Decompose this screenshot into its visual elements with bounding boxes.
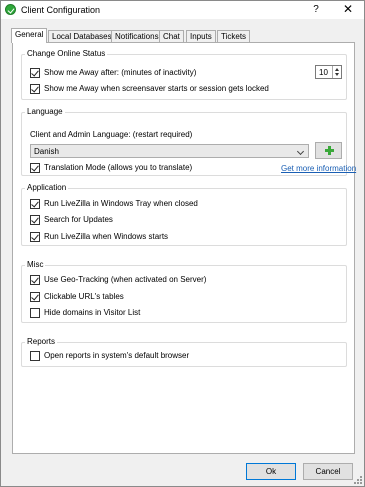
tab-general[interactable]: General bbox=[11, 28, 48, 43]
online-status-group: Change Online Status Show me Away after:… bbox=[21, 49, 347, 100]
misc-group: Misc Use Geo-Tracking (when activated on… bbox=[21, 260, 347, 323]
away-after-checkbox[interactable] bbox=[30, 68, 40, 78]
autostart-checkbox[interactable] bbox=[30, 232, 40, 242]
reports-title: Reports bbox=[25, 337, 58, 346]
resize-grip-icon[interactable] bbox=[354, 476, 362, 484]
updates-checkbox[interactable] bbox=[30, 215, 40, 225]
application-title: Application bbox=[25, 183, 69, 192]
language-field-label: Client and Admin Language: (restart requ… bbox=[30, 130, 193, 139]
close-button[interactable]: ✕ bbox=[341, 2, 355, 16]
away-screensaver-label: Show me Away when screensaver starts or … bbox=[44, 84, 269, 93]
cancel-button[interactable]: Cancel bbox=[303, 463, 353, 480]
misc-title: Misc bbox=[25, 260, 46, 269]
clickable-urls-label: Clickable URL's tables bbox=[44, 292, 124, 301]
translation-mode-checkbox[interactable] bbox=[30, 163, 40, 173]
add-language-button[interactable] bbox=[315, 142, 342, 159]
plus-icon bbox=[325, 146, 334, 155]
tray-checkbox[interactable] bbox=[30, 199, 40, 209]
online-status-title: Change Online Status bbox=[25, 49, 108, 58]
application-group: Application Run LiveZilla in Windows Tra… bbox=[21, 183, 347, 246]
away-minutes-value[interactable]: 10 bbox=[319, 68, 328, 77]
away-after-label: Show me Away after: (minutes of inactivi… bbox=[44, 68, 197, 77]
geo-tracking-checkbox[interactable] bbox=[30, 275, 40, 285]
window-title: Client Configuration bbox=[21, 5, 101, 15]
chevron-down-icon[interactable] bbox=[296, 147, 305, 156]
away-minutes-spinner[interactable]: 10 bbox=[315, 65, 342, 79]
away-screensaver-checkbox[interactable] bbox=[30, 84, 40, 94]
spin-down-icon[interactable] bbox=[335, 73, 339, 76]
updates-label: Search for Updates bbox=[44, 215, 113, 224]
geo-tracking-label: Use Geo-Tracking (when activated on Serv… bbox=[44, 275, 207, 284]
open-reports-label: Open reports in system's default browser bbox=[44, 351, 190, 360]
hide-domains-checkbox[interactable] bbox=[30, 308, 40, 318]
spin-up-icon[interactable] bbox=[335, 68, 339, 71]
autostart-label: Run LiveZilla when Windows starts bbox=[44, 232, 169, 241]
language-select[interactable]: Danish bbox=[30, 144, 309, 158]
ok-button[interactable]: Ok bbox=[246, 463, 296, 480]
client-configuration-window: Client Configuration ? ✕ General Local D… bbox=[0, 0, 365, 487]
general-tab-panel: Change Online Status Show me Away after:… bbox=[12, 42, 356, 454]
title-bar: Client Configuration ? ✕ bbox=[1, 1, 364, 19]
language-group: Language Client and Admin Language: (res… bbox=[21, 107, 356, 176]
help-button[interactable]: ? bbox=[311, 4, 321, 15]
tray-label: Run LiveZilla in Windows Tray when close… bbox=[44, 199, 198, 208]
more-information-link[interactable]: Get more information bbox=[281, 164, 356, 173]
language-title: Language bbox=[25, 107, 65, 116]
clickable-urls-checkbox[interactable] bbox=[30, 292, 40, 302]
livezilla-app-icon bbox=[5, 4, 16, 15]
language-selected-value: Danish bbox=[34, 147, 59, 156]
open-reports-checkbox[interactable] bbox=[30, 351, 40, 361]
hide-domains-label: Hide domains in Visitor List bbox=[44, 308, 141, 317]
reports-group: Reports Open reports in system's default… bbox=[21, 337, 347, 367]
spinner-buttons[interactable] bbox=[332, 66, 341, 78]
translation-mode-label: Translation Mode (allows you to translat… bbox=[44, 163, 193, 172]
